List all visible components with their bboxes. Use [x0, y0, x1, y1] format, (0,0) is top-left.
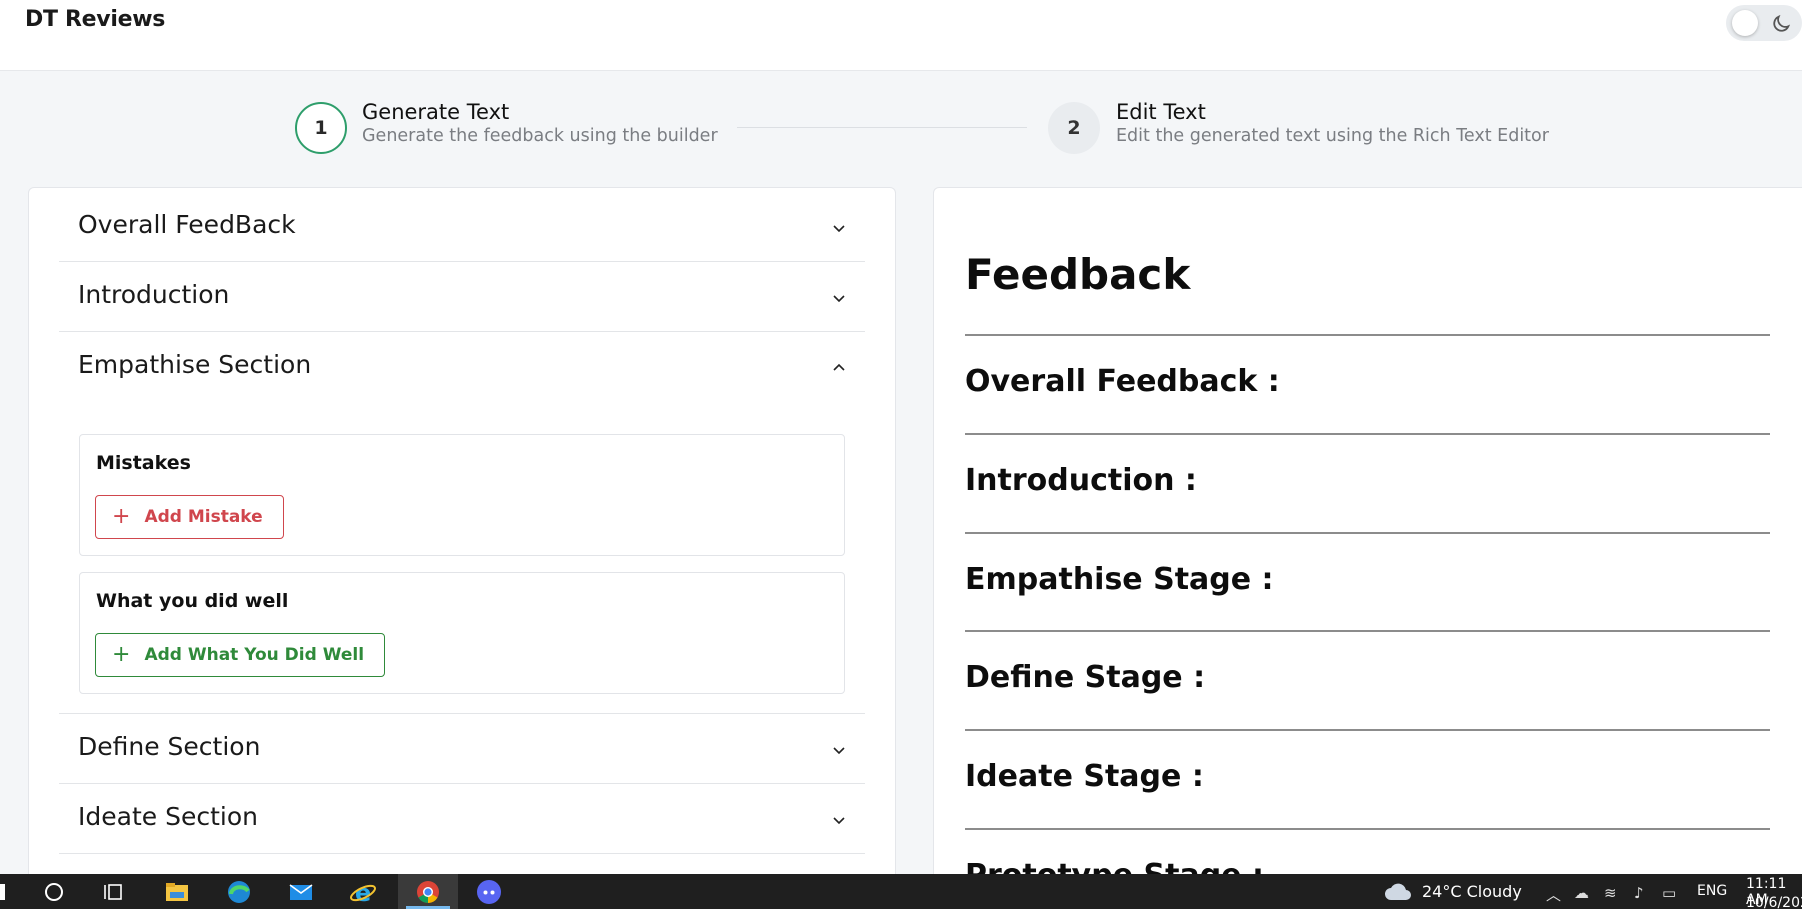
did-well-title: What you did well — [96, 590, 289, 612]
step-2-indicator: 2 — [1048, 102, 1100, 154]
meet-icon[interactable]: ▭ — [1662, 884, 1676, 902]
step-1-indicator: 1 — [295, 102, 347, 154]
divider — [965, 630, 1770, 632]
add-mistake-label: Add Mistake — [144, 507, 263, 527]
step-connector — [737, 127, 1027, 128]
mistakes-title: Mistakes — [96, 452, 191, 474]
stage-overall-feedback: Overall Feedback : — [965, 364, 1280, 399]
weather-text[interactable]: 24°C Cloudy — [1422, 882, 1522, 901]
chevron-up-icon[interactable]: ︿ — [1546, 884, 1561, 905]
task-view-icon[interactable] — [101, 878, 129, 906]
edge-icon[interactable] — [225, 878, 253, 906]
plus-icon: + — [112, 504, 131, 529]
accordion-title: Define Section — [78, 732, 261, 761]
mail-icon[interactable] — [287, 878, 315, 906]
chevron-down-icon — [833, 225, 845, 233]
file-explorer-icon[interactable] — [163, 878, 191, 906]
stage-define: Define Stage : — [965, 660, 1206, 695]
chevron-down-icon — [833, 295, 845, 303]
add-did-well-label: Add What You Did Well — [144, 645, 365, 665]
accordion-title: Introduction — [78, 280, 230, 309]
start-icon[interactable] — [0, 884, 5, 900]
stage-introduction: Introduction : — [965, 463, 1197, 498]
divider — [965, 334, 1770, 336]
toggle-knob — [1732, 10, 1758, 36]
plus-icon: + — [112, 642, 131, 667]
step-1-description: Generate the feedback using the builder — [362, 126, 718, 146]
clock-date[interactable]: 10/6/2023 — [1746, 895, 1802, 909]
onedrive-icon[interactable]: ☁ — [1574, 884, 1589, 902]
cloud-icon — [1385, 883, 1411, 900]
app-header: DT Reviews — [0, 0, 1802, 71]
language-indicator[interactable]: ENG — [1697, 883, 1727, 899]
divider — [965, 729, 1770, 731]
accordion-title: Overall FeedBack — [78, 210, 296, 239]
accordion-overall-feedback[interactable]: Overall FeedBack — [59, 192, 865, 262]
accordion-title: Empathise Section — [78, 350, 312, 379]
moon-icon — [1773, 14, 1791, 32]
did-well-card: What you did well + Add What You Did Wel… — [79, 572, 845, 694]
wifi-icon[interactable]: ≋ — [1604, 884, 1617, 902]
divider — [965, 433, 1770, 435]
accordion-ideate[interactable]: Ideate Section — [59, 784, 865, 854]
feedback-heading: Feedback — [965, 250, 1191, 299]
chevron-down-icon — [833, 747, 845, 755]
step-2-title: Edit Text — [1116, 100, 1206, 124]
stage-empathise: Empathise Stage : — [965, 562, 1274, 597]
taskbar: e 24°C Cloudy ︿ ☁ ≋ ♪ ▭ ENG 11:11 AM 10/… — [0, 874, 1802, 909]
chevron-up-icon — [833, 363, 845, 371]
add-mistake-button[interactable]: + Add Mistake — [95, 495, 284, 539]
chrome-icon — [417, 881, 439, 903]
accordion-title: Ideate Section — [78, 802, 258, 831]
theme-toggle[interactable] — [1726, 5, 1802, 41]
stage-ideate: Ideate Stage : — [965, 759, 1204, 794]
search-icon[interactable] — [40, 878, 68, 906]
discord-icon[interactable] — [475, 878, 503, 906]
divider — [965, 532, 1770, 534]
step-1-title: Generate Text — [362, 100, 510, 124]
chevron-down-icon — [833, 817, 845, 825]
add-did-well-button[interactable]: + Add What You Did Well — [95, 633, 386, 677]
accordion-introduction[interactable]: Introduction — [59, 262, 865, 332]
accordion-empathise[interactable]: Empathise Section — [59, 332, 865, 402]
feedback-builder-panel: Overall FeedBack Introduction Empathise … — [28, 187, 896, 887]
volume-icon[interactable]: ♪ — [1634, 884, 1644, 902]
step-2-description: Edit the generated text using the Rich T… — [1116, 126, 1549, 146]
svg-text:e: e — [355, 879, 371, 906]
accordion-define[interactable]: Define Section — [59, 714, 865, 784]
chrome-active-tab[interactable] — [398, 874, 458, 909]
internet-explorer-icon[interactable]: e — [349, 878, 377, 906]
mistakes-card: Mistakes + Add Mistake — [79, 434, 845, 556]
brand-title: DT Reviews — [25, 7, 166, 32]
feedback-preview-panel: Feedback Overall Feedback : Introduction… — [933, 187, 1802, 887]
divider — [965, 828, 1770, 830]
